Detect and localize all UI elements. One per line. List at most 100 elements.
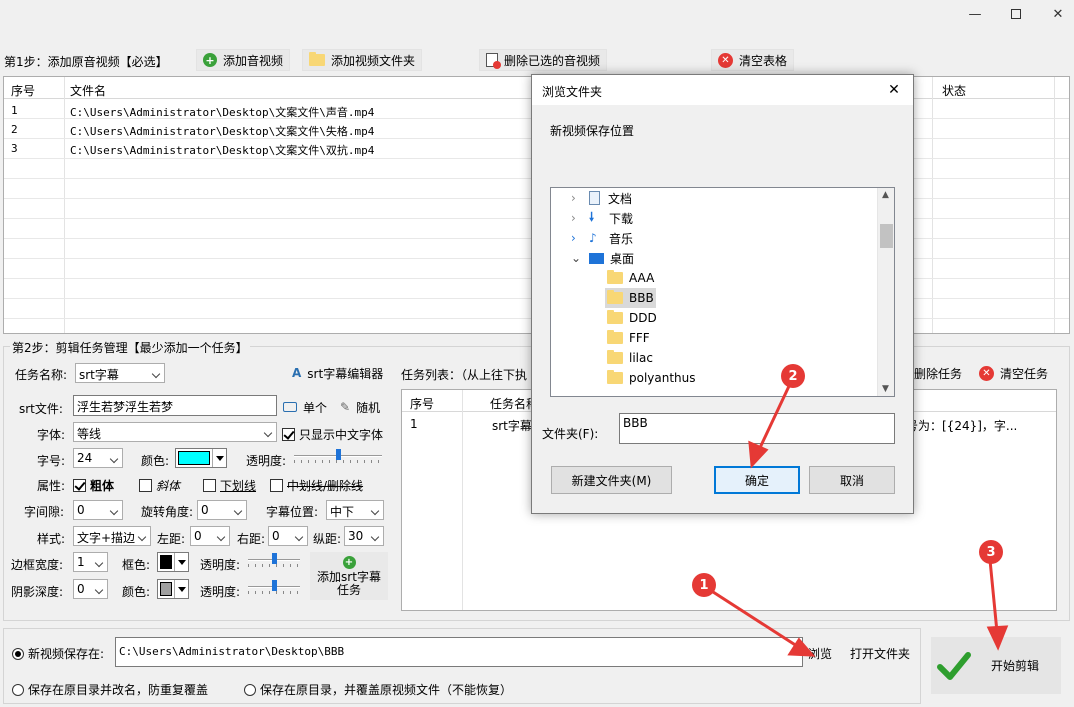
browse-folder-dialog: 浏览文件夹 ✕ 新视频保存位置 › 文档 › 🠗 下载 › ♪ 音乐 ⌄ 桌面 AAA BB…: [531, 74, 914, 514]
single-button[interactable]: 单个: [280, 396, 330, 418]
close-icon: ✕: [1052, 6, 1064, 22]
strike-checkbox[interactable]: 中划线/删除线: [270, 477, 363, 494]
new-save-radio[interactable]: 新视频保存在:: [12, 645, 104, 662]
chevron-right-icon: ›: [571, 231, 576, 245]
add-folder-button[interactable]: 添加视频文件夹: [302, 49, 423, 71]
new-folder-button[interactable]: 新建文件夹(M): [551, 466, 672, 494]
document-icon: [589, 191, 600, 205]
dialog-close-button[interactable]: ✕: [881, 78, 907, 102]
chevron-down-icon: [174, 580, 188, 598]
tree-item-ddd[interactable]: DDD: [607, 308, 657, 328]
rotation-select[interactable]: 0: [197, 500, 247, 520]
delete-task-button[interactable]: 删除任务: [912, 362, 964, 384]
random-button[interactable]: ✎ 随机: [337, 396, 383, 418]
task-name-label: 任务名称:: [15, 368, 68, 382]
folder-tree[interactable]: › 文档 › 🠗 下载 › ♪ 音乐 ⌄ 桌面 AAA BBB DDD FFF lilac …: [550, 187, 895, 397]
save-rename-radio[interactable]: 保存在原目录并改名，防重复覆盖: [12, 681, 208, 698]
size-select[interactable]: 24: [73, 448, 123, 468]
clear-task-button[interactable]: ✕ 清空任务: [977, 362, 1050, 384]
shadow-depth-label: 阴影深度:: [11, 585, 64, 599]
start-button[interactable]: 开始剪辑: [931, 637, 1061, 694]
new-save-label: 新视频保存在:: [28, 647, 105, 661]
random-icon: ✎: [340, 400, 351, 414]
tree-item-lilac[interactable]: lilac: [607, 348, 653, 368]
tree-item-desktop[interactable]: ⌄ 桌面: [571, 248, 634, 268]
attr-label: 属性:: [37, 479, 66, 493]
add-av-button[interactable]: + 添加音视频: [196, 49, 291, 71]
tree-item-aaa[interactable]: AAA: [607, 268, 654, 288]
slider-thumb[interactable]: [272, 580, 277, 591]
tree-item-bbb[interactable]: BBB: [605, 288, 656, 308]
scroll-down-icon[interactable]: ▼: [882, 384, 889, 394]
scroll-up-icon[interactable]: ▲: [882, 190, 889, 200]
tree-item-music[interactable]: › ♪ 音乐: [571, 228, 633, 248]
tree-item-downloads[interactable]: › 🠗 下载: [571, 208, 633, 228]
shadow-opacity-slider[interactable]: [248, 580, 300, 594]
text-color-picker[interactable]: [175, 448, 227, 468]
left-select[interactable]: 0: [190, 526, 230, 546]
font-select[interactable]: 等线: [73, 422, 277, 442]
vertical-select[interactable]: 30: [344, 526, 384, 546]
right-select[interactable]: 0: [268, 526, 308, 546]
column-header-filename[interactable]: 文件名: [70, 82, 106, 99]
underline-checkbox[interactable]: 下划线: [203, 477, 256, 494]
font-label: 字体:: [37, 428, 66, 442]
close-window-button[interactable]: ✕: [1035, 0, 1074, 28]
clear-table-label: 清空表格: [739, 53, 788, 68]
spacing-select[interactable]: 0: [73, 500, 123, 520]
minimize-button[interactable]: —: [952, 0, 998, 28]
scrollbar-thumb[interactable]: [880, 224, 893, 248]
save-path-input[interactable]: C:\Users\Administrator\Desktop\BBB: [115, 637, 803, 667]
tree-item-label: 下载: [609, 211, 634, 226]
tree-item-label: AAA: [629, 271, 655, 285]
chevron-right-icon: ›: [571, 191, 576, 205]
tree-scrollbar[interactable]: ▲ ▼: [877, 188, 894, 396]
maximize-button[interactable]: [993, 0, 1039, 28]
rotation-label: 旋转角度:: [141, 505, 194, 519]
bold-label: 粗体: [90, 479, 115, 493]
tree-item-polyanthus[interactable]: polyanthus: [607, 368, 696, 388]
tree-item-documents[interactable]: › 文档: [571, 188, 632, 208]
ok-button[interactable]: 确定: [714, 466, 800, 494]
column-header-status[interactable]: 状态: [942, 82, 966, 99]
task-column-index[interactable]: 序号: [410, 395, 434, 412]
only-chinese-checkbox[interactable]: 只显示中文字体: [282, 426, 383, 443]
checkbox-icon: [139, 479, 152, 492]
browse-button[interactable]: 浏览: [808, 645, 832, 662]
dialog-description: 新视频保存位置: [550, 124, 635, 138]
position-select[interactable]: 中下: [326, 500, 384, 520]
srt-file-input[interactable]: 浮生若梦浮生若梦: [73, 395, 277, 416]
bold-checkbox[interactable]: 粗体: [73, 477, 114, 494]
cancel-button[interactable]: 取消: [809, 466, 895, 494]
clear-icon: ✕: [718, 52, 733, 68]
border-color-label: 框色:: [122, 558, 151, 572]
border-color-picker[interactable]: [157, 552, 189, 572]
shadow-color-picker[interactable]: [157, 579, 189, 599]
folder-label: 文件夹(F):: [542, 427, 599, 441]
srt-editor-button[interactable]: A srt字幕编辑器: [286, 362, 389, 384]
slider-thumb[interactable]: [272, 553, 277, 564]
column-header-index[interactable]: 序号: [11, 82, 35, 99]
style-select[interactable]: 文字+描边: [73, 526, 151, 546]
shadow-depth-select[interactable]: 0: [73, 579, 108, 599]
save-overwrite-radio[interactable]: 保存在原目录，并覆盖原视频文件（不能恢复）: [244, 681, 512, 698]
checkbox-icon: [270, 479, 283, 492]
slider-thumb[interactable]: [336, 449, 341, 460]
add-task-button[interactable]: + 添加srt字幕任务: [310, 552, 388, 600]
delete-selected-button[interactable]: 删除已选的音视频: [479, 49, 608, 71]
row-filename: C:\Users\Administrator\Desktop\文案文件\失格.m…: [70, 125, 375, 138]
tree-item-fff[interactable]: FFF: [607, 328, 650, 348]
text-opacity-slider[interactable]: [294, 449, 382, 463]
border-width-select[interactable]: 1: [73, 552, 108, 572]
task-name-select[interactable]: srt字幕: [75, 363, 165, 383]
marker-2: 2: [781, 364, 805, 388]
folder-input[interactable]: BBB: [619, 413, 895, 444]
open-folder-button[interactable]: 打开文件夹: [850, 645, 910, 662]
italic-checkbox[interactable]: 斜体: [139, 477, 180, 494]
opacity-label: 透明度:: [246, 454, 287, 468]
clear-table-button[interactable]: ✕ 清空表格: [711, 49, 795, 71]
border-opacity-slider[interactable]: [248, 553, 300, 567]
checkmark-icon: [937, 651, 971, 680]
style-label: 样式:: [37, 532, 66, 546]
close-icon: ✕: [888, 82, 900, 98]
